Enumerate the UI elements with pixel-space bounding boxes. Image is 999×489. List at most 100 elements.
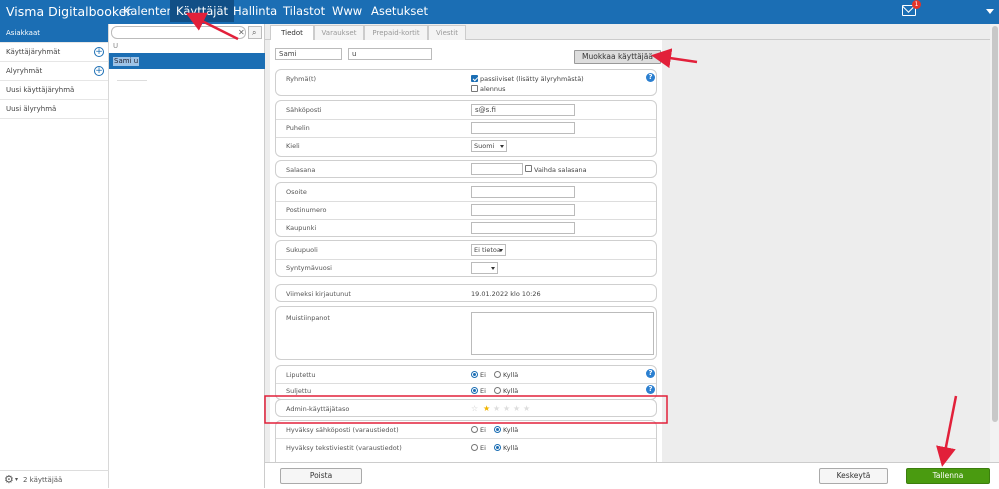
search-input[interactable]: ✕: [111, 26, 246, 39]
city-field[interactable]: [471, 222, 575, 234]
group-option-label: passiiviset (lisätty älyryhmästä): [480, 75, 584, 83]
flagged-yes-radio[interactable]: [494, 371, 501, 378]
language-value: Suomi: [474, 142, 495, 150]
blocked-label: Suljettu: [286, 387, 312, 395]
notification-badge: 1: [912, 0, 921, 9]
sidebar-item-label: Asiakkaat: [6, 29, 40, 37]
tab-tiedot[interactable]: Tiedot: [270, 25, 314, 40]
accept-email-no-radio[interactable]: [471, 426, 478, 433]
language-select[interactable]: Suomi: [471, 140, 507, 152]
cancel-button[interactable]: Keskeytä: [819, 468, 888, 484]
flagged-no-radio[interactable]: [471, 371, 478, 378]
rating-star-icon[interactable]: ★: [523, 405, 530, 413]
group-checkbox-passiiviset[interactable]: [471, 75, 478, 82]
tab-bar: Tiedot Varaukset Prepaid-kortit Viestit: [265, 24, 999, 40]
sidebar-item-label: Alyryhmät: [6, 67, 43, 75]
clear-icon[interactable]: ✕: [238, 27, 245, 39]
password-label: Salasana: [286, 166, 316, 174]
notes-label: Muistiinpanot: [286, 314, 330, 322]
nav-kayttajat[interactable]: Käyttäjät: [170, 0, 235, 22]
sidebar-item-uusi-alyryhma[interactable]: Uusi älyryhmä: [0, 100, 108, 119]
phone-field[interactable]: [471, 122, 575, 134]
sidebar-item-label: Uusi älyryhmä: [6, 105, 57, 113]
notes-textarea[interactable]: [471, 312, 654, 355]
sidebar: Asiakkaat Käyttäjäryhmät + Alyryhmät + Uus…: [0, 24, 109, 488]
blocked-yes-radio[interactable]: [494, 387, 501, 394]
edit-user-button[interactable]: Muokkaa käyttäjää: [574, 50, 661, 64]
chevron-down-icon[interactable]: [986, 9, 994, 14]
main-content: Tiedot Varaukset Prepaid-kortit Viestit …: [265, 24, 999, 488]
postal-field[interactable]: [471, 204, 575, 216]
group-option-label: alennus: [480, 85, 506, 93]
language-label: Kieli: [286, 142, 300, 150]
radio-label: Kyllä: [503, 426, 519, 434]
sidebar-item-kayttajaryhmat[interactable]: Käyttäjäryhmät +: [0, 43, 108, 62]
accept-sms-no-radio[interactable]: [471, 444, 478, 451]
accept-email-label: Hyväksy sähköposti (varaustiedot): [286, 426, 399, 434]
user-details-form: Sami u Ryhmä(t) passiiviset (lisätty äly…: [270, 40, 662, 463]
divider: [276, 438, 656, 439]
list-item-label: Sami u: [113, 57, 140, 66]
search-button[interactable]: ⌕: [248, 26, 262, 39]
admin-level-label: Admin-käyttäjätaso: [286, 405, 350, 413]
group-checkbox-alennus[interactable]: [471, 85, 478, 92]
blocked-no-radio[interactable]: [471, 387, 478, 394]
top-navigation-bar: Visma Digitalbooker Kalenteri Käyttäjät …: [0, 0, 999, 24]
chevron-down-icon: [491, 267, 495, 270]
divider: [276, 201, 656, 202]
sidebar-item-alyryhmat[interactable]: Alyryhmät +: [0, 62, 108, 81]
change-password-checkbox[interactable]: [525, 165, 532, 172]
list-item-selected[interactable]: Sami u: [109, 53, 265, 69]
nav-www[interactable]: Www: [332, 4, 362, 18]
divider: [117, 80, 147, 81]
tab-prepaid-kortit[interactable]: Prepaid-kortit: [364, 25, 428, 40]
add-icon[interactable]: +: [94, 66, 104, 76]
groups-section: Ryhmä(t) passiiviset (lisätty älyryhmäst…: [275, 69, 657, 96]
nav-asetukset[interactable]: Asetukset: [371, 4, 428, 18]
chevron-down-icon: [499, 249, 503, 252]
personal-section: Sukupuoli Ei tietoa Syntymävuosi: [275, 240, 657, 277]
divider: [276, 219, 656, 220]
flagged-label: Liputettu: [286, 371, 316, 379]
nav-kalenteri[interactable]: Kalenteri: [123, 4, 174, 18]
accept-sms-yes-radio[interactable]: [494, 444, 501, 451]
help-icon[interactable]: ?: [646, 73, 655, 82]
tab-varaukset[interactable]: Varaukset: [314, 25, 364, 40]
gear-icon[interactable]: ⚙: [4, 471, 14, 489]
first-name-field[interactable]: Sami: [275, 48, 342, 60]
rating-star-icon[interactable]: ★: [483, 405, 490, 413]
change-password-label: Vaihda salasana: [534, 166, 587, 174]
accept-email-yes-radio[interactable]: [494, 426, 501, 433]
user-list-panel: ✕ ⌕ U Sami u: [109, 24, 265, 488]
notes-section: Muistiinpanot: [275, 306, 657, 360]
help-icon[interactable]: ?: [646, 369, 655, 378]
sidebar-item-asiakkaat[interactable]: Asiakkaat: [0, 24, 108, 43]
admin-level-section: Admin-käyttäjätaso ☆ ★ ★ ★ ★ ★: [275, 399, 657, 417]
groups-label: Ryhmä(t): [286, 75, 317, 83]
birth-year-select[interactable]: [471, 262, 498, 274]
chevron-down-icon[interactable]: ▾: [15, 471, 18, 489]
scrollbar-thumb[interactable]: [992, 26, 998, 422]
address-field[interactable]: [471, 186, 575, 198]
rating-star-icon[interactable]: ★: [493, 405, 500, 413]
sidebar-item-uusi-kayttajaryhma[interactable]: Uusi käyttäjäryhmä: [0, 81, 108, 100]
nav-hallinta[interactable]: Hallinta: [233, 4, 277, 18]
address-section: Osoite Postinumero Kaupunki: [275, 182, 657, 237]
radio-label: Ei: [480, 426, 486, 434]
gender-select[interactable]: Ei tietoa: [471, 244, 506, 256]
rating-star-icon[interactable]: ★: [513, 405, 520, 413]
add-icon[interactable]: +: [94, 47, 104, 57]
email-field[interactable]: s@s.fi: [471, 104, 575, 116]
nav-tilastot[interactable]: Tilastot: [283, 4, 325, 18]
save-button[interactable]: Tallenna: [906, 468, 990, 484]
password-field[interactable]: [471, 163, 523, 175]
last-name-field[interactable]: u: [348, 48, 432, 60]
reset-rating-icon[interactable]: ☆: [471, 405, 478, 413]
tab-viestit[interactable]: Viestit: [428, 25, 466, 40]
birth-year-label: Syntymävuosi: [286, 264, 332, 272]
delete-button[interactable]: Poista: [280, 468, 362, 484]
help-icon[interactable]: ?: [646, 385, 655, 394]
password-section: Salasana Vaihda salasana: [275, 160, 657, 178]
rating-star-icon[interactable]: ★: [503, 405, 510, 413]
flags-section: Liputettu Ei Kyllä ? Suljettu Ei Kyllä ?: [275, 365, 657, 400]
